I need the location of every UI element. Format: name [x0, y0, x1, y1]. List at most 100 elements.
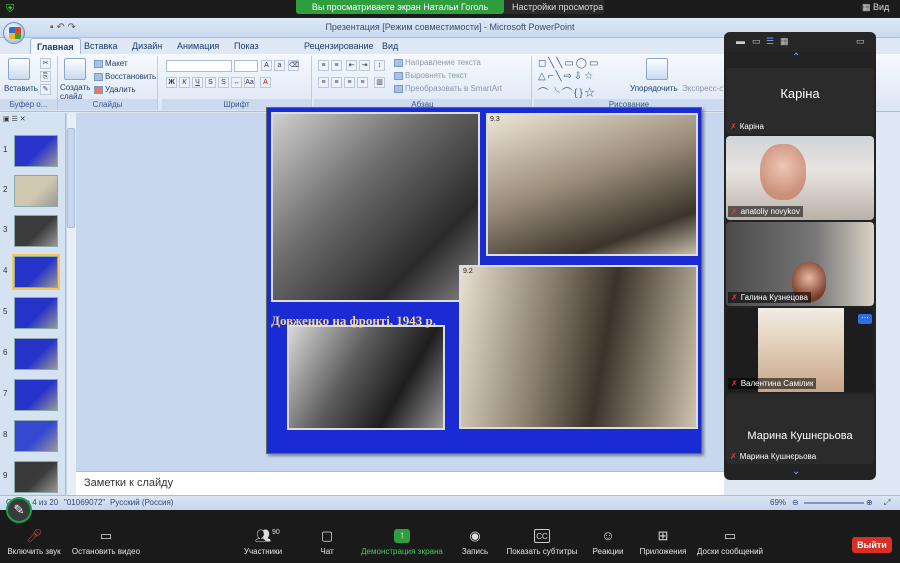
tab-review[interactable]: Рецензирование: [298, 38, 380, 54]
apps-button[interactable]: ⊞ Приложения: [636, 529, 690, 557]
more-options-icon[interactable]: ⋯: [858, 314, 872, 324]
paste-button[interactable]: Вставить: [4, 84, 38, 93]
indent-increase-icon[interactable]: ⇥: [359, 60, 370, 71]
grow-font-icon[interactable]: A: [261, 60, 272, 71]
notes-pane[interactable]: Заметки к слайду: [76, 471, 724, 495]
scrollbar-thumb[interactable]: [67, 128, 75, 228]
zoom-level[interactable]: 69%: [770, 498, 786, 507]
shapes-gallery-row2[interactable]: △⌐╲⇨⇩☆: [538, 71, 595, 82]
underline-icon[interactable]: Ч: [192, 77, 203, 88]
reset-button[interactable]: Восстановить: [94, 72, 156, 81]
format-painter-icon[interactable]: ✎: [40, 84, 51, 95]
slide-thumbnail[interactable]: [14, 135, 58, 167]
participant-tile-anatoliy[interactable]: ✗ anatoliy novykov: [726, 136, 874, 220]
zoom-out-icon[interactable]: ⊖: [792, 498, 799, 507]
reactions-button[interactable]: ☺ Реакции: [588, 529, 628, 557]
copy-icon[interactable]: ⎘: [40, 71, 51, 82]
participant-tile-valentyna[interactable]: ⋯ ✗ Валентина Самілик: [726, 308, 874, 392]
unmute-button[interactable]: 🎤︎ Включить звук: [4, 529, 64, 557]
current-slide[interactable]: 9.3 9.2 Довженко на фронті, 1943 р.: [266, 107, 702, 454]
tab-animation[interactable]: Анимация: [171, 38, 225, 54]
scroll-up-icon[interactable]: ⌃: [792, 52, 800, 63]
slide-thumbnail[interactable]: [14, 215, 58, 247]
whiteboards-button[interactable]: ▭ Доски сообщений: [694, 529, 766, 557]
participant-tile-halyna[interactable]: ✗ Галина Кузнецова: [726, 222, 874, 306]
stop-video-button[interactable]: ▭ Остановить видео: [68, 528, 144, 557]
indent-decrease-icon[interactable]: ⇤: [346, 60, 357, 71]
cut-icon[interactable]: ✂: [40, 58, 51, 69]
smartart-button[interactable]: Преобразовать в SmartArt: [394, 84, 502, 93]
zoom-slider[interactable]: [804, 502, 864, 504]
align-text-button[interactable]: Выровнять текст: [394, 71, 467, 80]
speaker-view-icon[interactable]: ▭: [752, 36, 761, 47]
spacing-icon[interactable]: ↔: [231, 77, 242, 88]
font-size-select[interactable]: [234, 60, 258, 72]
align-left-icon[interactable]: ≡: [318, 77, 329, 88]
change-case-icon[interactable]: Aa: [244, 77, 255, 88]
slide-thumbnail[interactable]: [14, 175, 58, 207]
slides-group: Создать слайд Макет Восстановить Удалить…: [58, 56, 158, 110]
slide-thumbnail[interactable]: [14, 420, 58, 452]
reset-label: Восстановить: [105, 72, 157, 81]
shapes-gallery-row3[interactable]: ⌒╰⌒{}☆: [538, 84, 597, 99]
align-center-icon[interactable]: ≡: [331, 77, 342, 88]
fit-slide-icon[interactable]: ⤢: [884, 498, 890, 508]
tab-slideshow[interactable]: Показ слайдов: [228, 38, 275, 67]
line-spacing-icon[interactable]: ↕: [374, 60, 385, 71]
photo-label: 9.3: [490, 116, 500, 123]
view-settings-dropdown[interactable]: Настройки просмотра ⌄: [504, 0, 604, 26]
numbering-icon[interactable]: ≡: [331, 60, 342, 71]
justify-icon[interactable]: ≡: [357, 77, 368, 88]
language-indicator[interactable]: Русский (Россия): [110, 498, 173, 507]
slide-thumbnail[interactable]: [14, 297, 58, 329]
gallery-view-icon[interactable]: ▦: [780, 36, 789, 47]
shapes-gallery[interactable]: ◻╲╲▭◯▭: [538, 58, 600, 69]
delete-slide-button[interactable]: Удалить: [94, 85, 136, 94]
font-family-select[interactable]: [166, 60, 232, 72]
italic-icon[interactable]: К: [179, 77, 190, 88]
hide-video-icon[interactable]: ▭: [856, 36, 865, 47]
align-right-icon[interactable]: ≡: [344, 77, 355, 88]
tab-insert[interactable]: Вставка: [78, 38, 123, 54]
zoom-in-icon[interactable]: ⊕: [866, 498, 873, 507]
slide-thumbnail[interactable]: [14, 338, 58, 370]
shrink-font-icon[interactable]: a: [274, 60, 285, 71]
slide-thumbnail-number: 9: [3, 471, 8, 480]
participants-button[interactable]: 👥︎ Участники: [238, 529, 288, 557]
chat-button[interactable]: ▢ Чат: [310, 529, 344, 557]
captions-button[interactable]: CC Показать субтитры: [502, 529, 582, 556]
office-button[interactable]: [3, 22, 25, 44]
minimize-icon[interactable]: ▬: [736, 36, 745, 46]
font-color-icon[interactable]: A: [260, 77, 271, 88]
participant-tile-maryna[interactable]: Марина Кушнєрьова ✗ Марина Кушнєрьова: [726, 394, 874, 464]
arrange-button[interactable]: Упорядочить: [630, 84, 678, 93]
panel-tabs[interactable]: ▣ ☰ ✕: [3, 115, 26, 123]
scroll-down-icon[interactable]: ⌄: [792, 466, 800, 477]
text-direction-button[interactable]: Направление текста: [394, 58, 481, 67]
bullets-icon[interactable]: ≡: [318, 60, 329, 71]
arrange-icon: [646, 58, 668, 80]
slide-thumbnail[interactable]: [12, 254, 60, 290]
slide-thumbnail[interactable]: [14, 379, 58, 411]
annotate-pen-icon[interactable]: ✎: [6, 497, 32, 523]
stop-video-label: Остановить видео: [71, 547, 141, 556]
layout-button[interactable]: Макет: [94, 59, 128, 68]
strip-view-icon[interactable]: ☰: [766, 36, 774, 47]
tab-design[interactable]: Дизайн: [126, 38, 168, 54]
participant-tile-karina[interactable]: Каріна ✗ Каріна: [726, 68, 874, 134]
columns-icon[interactable]: ▥: [374, 77, 385, 88]
strikethrough-icon[interactable]: S: [205, 77, 216, 88]
share-screen-button[interactable]: ↑ Демонстрация экрана: [358, 529, 446, 556]
view-button[interactable]: ▦ Вид: [862, 2, 889, 13]
participant-display-name: Каріна: [780, 86, 820, 101]
leave-meeting-button[interactable]: Выйти: [852, 537, 892, 553]
shadow-icon[interactable]: S: [218, 77, 229, 88]
record-button[interactable]: ◉ Запись: [455, 529, 495, 557]
slide-thumbnail[interactable]: [14, 461, 58, 493]
tab-home[interactable]: Главная: [30, 38, 81, 54]
clear-format-icon[interactable]: ⌫: [288, 60, 299, 71]
video-camera-icon: ▭: [99, 528, 113, 543]
viewing-screen-banner: Вы просматриваете экран Натальи Гоголь: [296, 0, 504, 14]
tab-view[interactable]: Вид: [376, 38, 404, 54]
bold-icon[interactable]: Ж: [166, 77, 177, 88]
